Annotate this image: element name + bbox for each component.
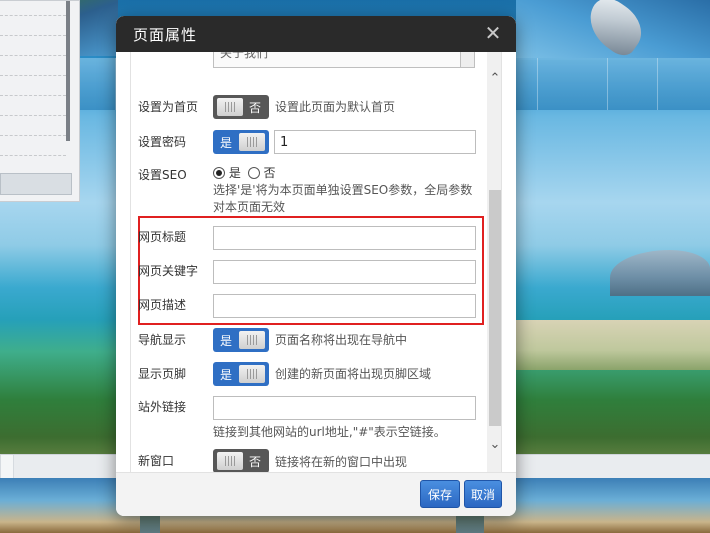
scrollbar[interactable]: ⌃ ⌄	[487, 52, 501, 472]
seo-radio-group: 是 否	[213, 164, 276, 181]
description-label: 网页描述	[138, 298, 187, 312]
chevron-down-icon[interactable]: ⌄	[487, 436, 501, 454]
background-island	[610, 250, 710, 296]
background-sand	[516, 320, 710, 370]
seo-desc-line1: 选择'是'将为本页面单独设置SEO参数，全局参数	[213, 183, 473, 197]
page-title-input[interactable]	[213, 226, 476, 250]
background-thumbnail	[484, 478, 710, 533]
keywords-label: 网页关键字	[138, 264, 199, 278]
external-link-input[interactable]	[213, 396, 476, 420]
new-window-desc: 链接将在新的窗口中出现	[275, 455, 408, 469]
chevron-up-icon[interactable]: ⌃	[487, 70, 501, 88]
toggle-knob	[239, 365, 265, 383]
external-link-desc: 链接到其他网站的url地址,"#"表示空链接。	[213, 425, 446, 439]
toggle-text: 是	[220, 368, 233, 382]
password-label: 设置密码	[138, 135, 187, 149]
password-input[interactable]	[274, 130, 476, 154]
page-title-label: 网页标题	[138, 230, 187, 244]
nav-display-desc: 页面名称将出现在导航中	[275, 333, 408, 347]
homepage-label: 设置为首页	[138, 100, 199, 114]
seo-desc-line2: 对本页面无效	[213, 200, 286, 214]
toggle-text: 是	[220, 136, 233, 150]
save-button[interactable]: 保存	[420, 480, 460, 508]
footer-display-toggle[interactable]: 是	[213, 362, 269, 386]
seo-radio-yes[interactable]	[213, 167, 225, 179]
footer-display-label: 显示页脚	[138, 367, 187, 381]
scrollbar-thumb[interactable]	[489, 190, 501, 426]
nav-display-label: 导航显示	[138, 333, 187, 347]
seo-option-yes: 是	[228, 166, 241, 180]
page-name-value: 关于我们	[220, 52, 269, 60]
nav-display-toggle[interactable]: 是	[213, 328, 269, 352]
external-link-label: 站外链接	[138, 400, 187, 414]
new-window-toggle[interactable]: 否	[213, 449, 269, 472]
dialog-footer: 保存 取消	[116, 472, 516, 516]
homepage-desc: 设置此页面为默认首页	[275, 100, 396, 114]
seo-label: 设置SEO	[138, 168, 187, 182]
dialog-content[interactable]: 关于我们 设置为首页 否 设置此页面为默认首页 设置密码 是 设置SEO 是 否…	[130, 52, 502, 472]
toggle-text: 是	[220, 334, 233, 348]
close-icon[interactable]: ✕	[482, 22, 504, 44]
keywords-input[interactable]	[213, 260, 476, 284]
toggle-knob	[239, 331, 265, 349]
cancel-button[interactable]: 取消	[464, 480, 502, 508]
toggle-knob	[217, 452, 243, 470]
background-editor-box	[0, 173, 72, 195]
toggle-knob	[239, 133, 265, 151]
dialog-title: 页面属性	[133, 26, 198, 44]
background-scrollbar	[66, 1, 70, 141]
toggle-text: 否	[249, 101, 262, 115]
toggle-text: 否	[249, 455, 262, 469]
seo-radio-no[interactable]	[247, 167, 260, 179]
new-window-label: 新窗口	[138, 454, 175, 468]
dialog-header: 页面属性 ✕	[116, 16, 516, 52]
seo-option-no: 否	[263, 166, 276, 180]
select-arrow-icon[interactable]	[460, 52, 474, 67]
page-properties-dialog: 页面属性 ✕ 关于我们 设置为首页 否 设置此页面为默认首页 设置密码 是 设置…	[116, 16, 516, 516]
background-editor-panel	[0, 0, 80, 202]
toggle-knob	[217, 98, 243, 116]
footer-display-desc: 创建的新页面将出现页脚区域	[275, 367, 432, 381]
description-input[interactable]	[213, 294, 476, 318]
page-name-select[interactable]: 关于我们	[213, 52, 475, 68]
password-toggle[interactable]: 是	[213, 130, 269, 154]
homepage-toggle[interactable]: 否	[213, 95, 269, 119]
